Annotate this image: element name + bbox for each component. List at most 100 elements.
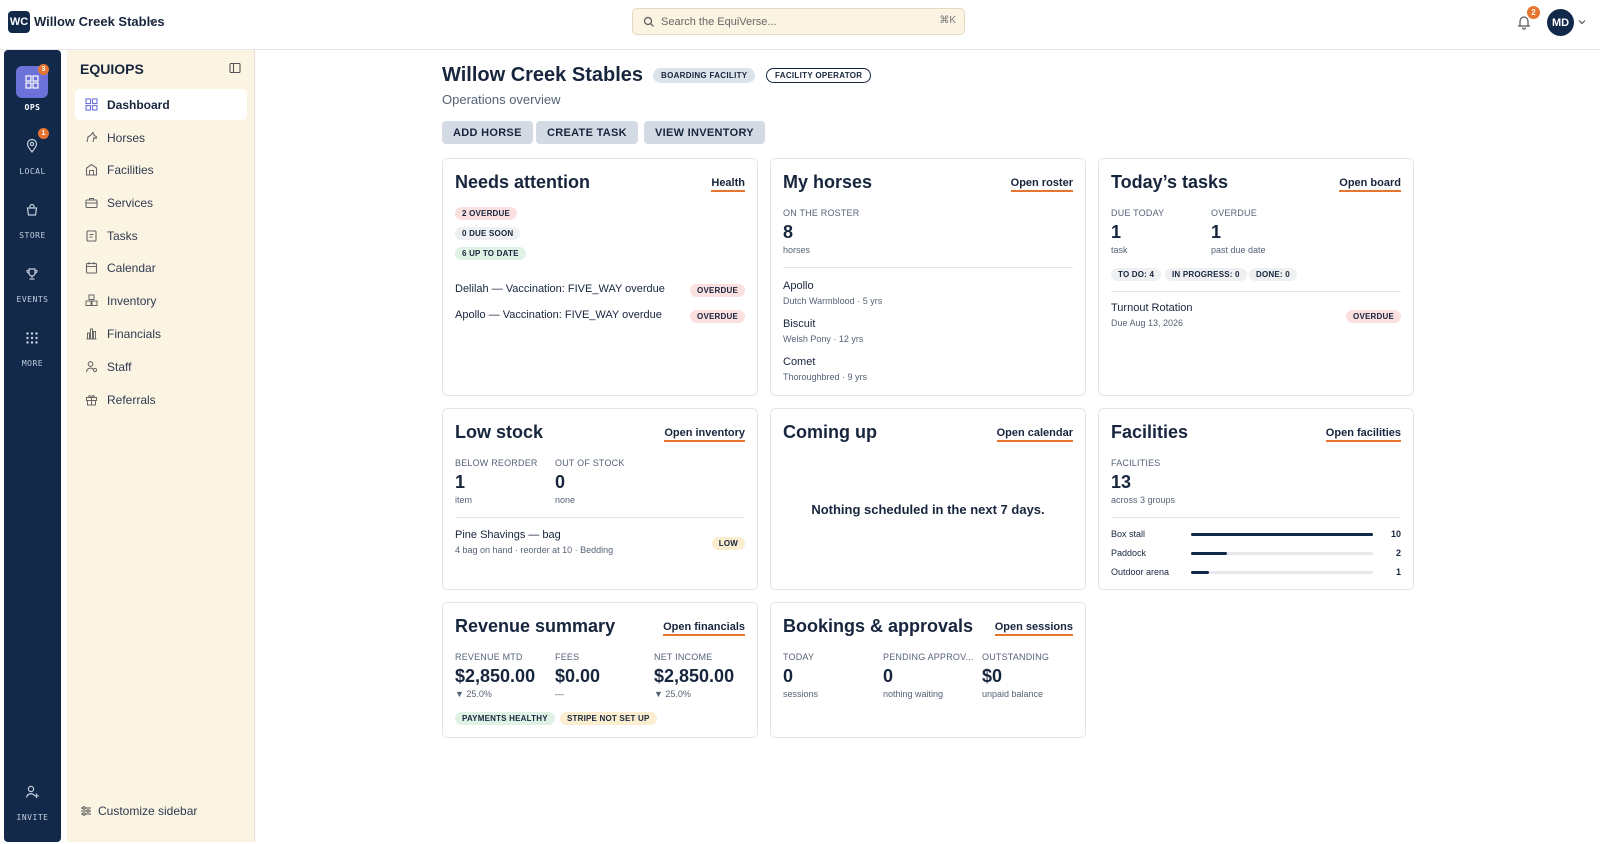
due-soon-pill: 0 DUE SOON: [455, 227, 521, 240]
payments-status-pill: PAYMENTS HEALTHY: [455, 712, 555, 725]
sidebar-item-tasks[interactable]: Tasks: [75, 220, 247, 251]
boxes-icon: [85, 294, 98, 306]
sidebar-item-referrals[interactable]: Referrals: [75, 384, 247, 415]
facility-bar: [1191, 571, 1373, 574]
todo-pill: TO DO: 4: [1111, 268, 1162, 281]
stat-value: 0: [883, 666, 894, 686]
sidebar-item-label: Services: [107, 196, 154, 210]
up-to-date-pill: 6 UP TO DATE: [455, 247, 526, 260]
attention-item[interactable]: Delilah — Vaccination: FIVE_WAY overdue: [455, 283, 665, 295]
open-financials-link[interactable]: Open financials: [663, 621, 745, 636]
facilities-card: Facilities Open facilities FACILITIES 13…: [1098, 408, 1414, 590]
card-title: My horses: [783, 172, 873, 192]
global-search[interactable]: ⌘K: [632, 8, 965, 35]
org-logo[interactable]: WC: [8, 11, 30, 33]
add-horse-button[interactable]: ADD HORSE: [442, 121, 533, 144]
horse-name[interactable]: Comet: [783, 356, 815, 368]
open-sessions-link[interactable]: Open sessions: [994, 621, 1073, 636]
card-title: Low stock: [455, 422, 544, 442]
facility-bar-fill: [1191, 552, 1228, 555]
rail-item-store[interactable]: STORE: [4, 194, 61, 250]
customize-label: Customize sidebar: [98, 804, 198, 818]
shopping-bag-icon: [26, 203, 38, 216]
sidebar: EQUIOPS Dashboard Horses Facilities Serv…: [67, 50, 255, 842]
card-title: Facilities: [1111, 422, 1189, 442]
task-name[interactable]: Turnout Rotation: [1111, 302, 1193, 314]
attention-item[interactable]: Apollo — Vaccination: FIVE_WAY overdue: [455, 309, 662, 321]
bar-chart-icon: [86, 328, 97, 340]
sidebar-item-facilities[interactable]: Facilities: [75, 154, 247, 185]
open-roster-link[interactable]: Open roster: [1010, 177, 1073, 192]
horse-name[interactable]: Biscuit: [783, 318, 815, 330]
sidebar-item-financials[interactable]: Financials: [75, 318, 247, 349]
sidebar-item-staff[interactable]: Staff: [75, 351, 247, 382]
stat-label: TODAY: [783, 652, 815, 662]
coming-up-card: Coming up Open calendar Nothing schedule…: [770, 408, 1086, 590]
stat-value: $2,850.00: [654, 666, 735, 686]
rail-label: EVENTS: [16, 295, 49, 304]
stat-value: 1: [1211, 222, 1222, 242]
open-board-link[interactable]: Open board: [1339, 177, 1401, 192]
facility-group-count: 1: [1395, 567, 1401, 577]
grid-icon: [25, 75, 39, 89]
sidebar-item-services[interactable]: Services: [75, 187, 247, 218]
horse-name[interactable]: Apollo: [783, 280, 814, 292]
facility-group-count: 10: [1390, 529, 1401, 539]
status-badge: OVERDUE: [690, 284, 745, 297]
search-input[interactable]: [661, 14, 921, 30]
sidebar-item-horses[interactable]: Horses: [75, 122, 247, 153]
org-switcher-name[interactable]: Willow Creek Stables: [34, 14, 165, 29]
collapse-sidebar-icon[interactable]: [229, 62, 241, 74]
chevron-down-icon[interactable]: [147, 16, 159, 28]
stat-value: 1: [1111, 222, 1122, 242]
stat-sub: item: [455, 495, 473, 505]
stat-sub: task: [1111, 245, 1128, 255]
view-inventory-button[interactable]: VIEW INVENTORY: [644, 121, 765, 144]
overdue-pill: 2 OVERDUE: [455, 207, 518, 220]
sidebar-item-calendar[interactable]: Calendar: [75, 252, 247, 283]
card-title: Bookings & approvals: [783, 616, 974, 636]
rail-item-invite[interactable]: INVITE: [4, 776, 61, 832]
sidebar-title: EQUIOPS: [80, 61, 144, 77]
horse-detail: Thoroughbred · 9 yrs: [783, 372, 868, 382]
rail-item-ops[interactable]: 3 OPS: [4, 64, 61, 122]
rail-label: OPS: [24, 103, 41, 112]
user-avatar[interactable]: MD: [1547, 9, 1574, 36]
sidebar-item-dashboard[interactable]: Dashboard: [75, 89, 247, 120]
facility-group-count: 2: [1395, 548, 1401, 558]
stat-sub: unpaid balance: [982, 689, 1044, 699]
sidebar-item-label: Referrals: [107, 393, 156, 407]
stat-change: —: [555, 689, 564, 699]
stat-value: $2,850.00: [455, 666, 536, 686]
todays-tasks-card: Today’s tasks Open board DUE TODAY 1 tas…: [1098, 158, 1414, 396]
stock-item-name[interactable]: Pine Shavings — bag: [455, 529, 561, 541]
customize-sidebar-button[interactable]: Customize sidebar: [80, 802, 230, 822]
sidebar-item-inventory[interactable]: Inventory: [75, 285, 247, 316]
facility-type-tag: BOARDING FACILITY: [653, 68, 756, 83]
open-inventory-link[interactable]: Open inventory: [664, 427, 745, 442]
card-title: Needs attention: [455, 172, 591, 192]
create-task-button[interactable]: CREATE TASK: [536, 121, 638, 144]
chevron-down-icon[interactable]: [1577, 17, 1587, 27]
revenue-summary-card: Revenue summary Open financials REVENUE …: [442, 602, 758, 738]
open-calendar-link[interactable]: Open calendar: [996, 427, 1073, 442]
rail-item-more[interactable]: MORE: [4, 322, 61, 378]
card-title: Today’s tasks: [1111, 172, 1229, 192]
my-horses-card: My horses Open roster ON THE ROSTER 8 ho…: [770, 158, 1086, 396]
in-progress-pill: IN PROGRESS: 0: [1165, 268, 1247, 281]
stat-value: 1: [455, 472, 466, 492]
facility-bar-fill: [1191, 571, 1210, 574]
open-facilities-link[interactable]: Open facilities: [1325, 427, 1401, 442]
needs-attention-card: Needs attention Health 2 OVERDUE 0 DUE S…: [442, 158, 758, 396]
role-tag: FACILITY OPERATOR: [766, 68, 872, 83]
rail-label: LOCAL: [19, 167, 46, 176]
dots-grid-icon: [26, 332, 38, 344]
rail-item-local[interactable]: 1 LOCAL: [4, 128, 61, 186]
map-pin-icon: [26, 138, 38, 153]
sidebar-item-label: Staff: [107, 360, 132, 374]
sidebar-item-label: Calendar: [107, 261, 156, 275]
health-link[interactable]: Health: [711, 177, 745, 192]
rail-item-events[interactable]: EVENTS: [4, 258, 61, 314]
sidebar-item-label: Facilities: [107, 163, 154, 177]
bookings-card: Bookings & approvals Open sessions TODAY…: [770, 602, 1086, 738]
